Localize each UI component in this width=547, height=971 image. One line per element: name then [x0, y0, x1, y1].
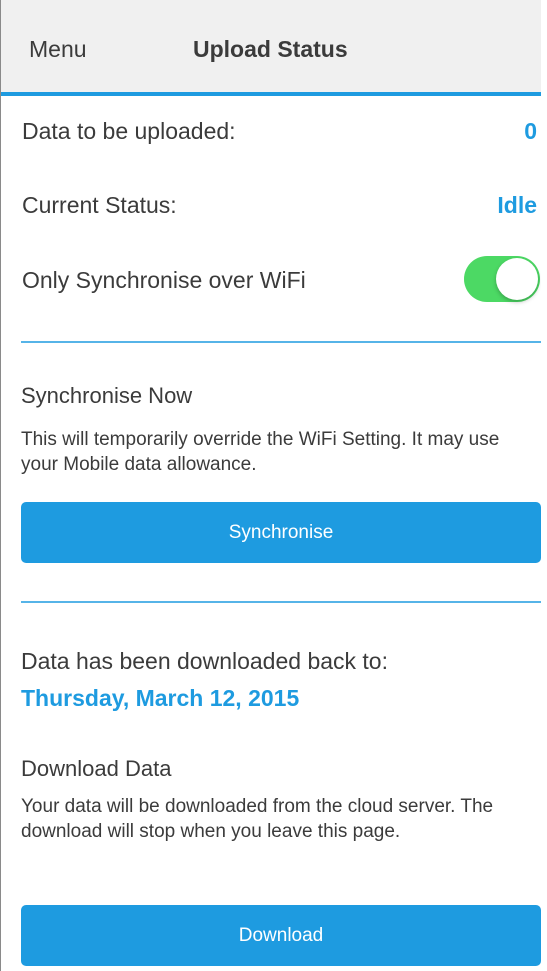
window-left-border: [0, 0, 1, 971]
current-status-label: Current Status:: [22, 192, 177, 218]
download-description: Your data will be downloaded from the cl…: [21, 796, 494, 842]
data-to-upload-value: 0: [524, 118, 537, 144]
sync-description: This will temporarily override the WiFi …: [21, 429, 500, 475]
sync-section-title: Synchronise Now: [21, 383, 193, 408]
wifi-only-toggle[interactable]: [464, 256, 540, 302]
menu-button[interactable]: Menu: [29, 36, 87, 63]
downloaded-date: Thursday, March 12, 2015: [21, 685, 300, 711]
window-right-edge: [541, 0, 547, 971]
data-to-upload-label: Data to be uploaded:: [22, 118, 236, 144]
download-section-title: Download Data: [21, 756, 172, 781]
page-title: Upload Status: [193, 36, 348, 62]
current-status-value: Idle: [497, 192, 537, 218]
wifi-only-label: Only Synchronise over WiFi: [22, 267, 306, 293]
synchronise-button[interactable]: Synchronise: [21, 502, 541, 563]
section-divider: [21, 341, 541, 343]
nav-bar: Menu Upload Status: [1, 0, 547, 96]
downloaded-back-label: Data has been downloaded back to:: [21, 648, 388, 674]
section-divider: [21, 601, 541, 603]
toggle-knob: [496, 258, 538, 300]
download-button[interactable]: Download: [21, 905, 541, 966]
